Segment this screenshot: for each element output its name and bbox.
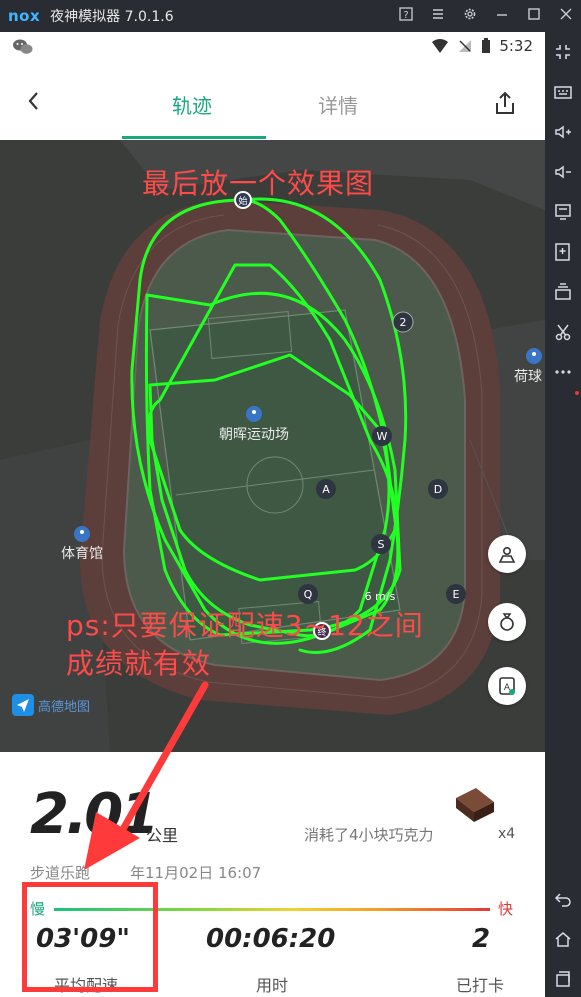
share-button[interactable] xyxy=(494,90,516,116)
venue-right-label: 荷球 xyxy=(514,369,542,385)
emulator-sidebar xyxy=(545,32,581,997)
nox-logo: nox xyxy=(8,7,40,25)
volume-up-icon[interactable] xyxy=(553,122,573,142)
active-tab-indicator xyxy=(122,136,266,139)
checkpoint-w-text: W xyxy=(377,430,388,443)
app-header: 轨迹 详情 xyxy=(0,62,545,140)
annotation-ps-line1: ps:只要保证配速3~12之间 xyxy=(66,609,424,642)
run-info: 步道乐跑 年11月02日 16:07 xyxy=(30,862,261,883)
wechat-icon xyxy=(12,38,34,56)
pace-highlight-box xyxy=(22,882,158,992)
checkins-label: 已打卡 xyxy=(456,976,505,995)
window-controls: ? xyxy=(399,0,573,32)
venue-main-label: 朝晖运动场 xyxy=(219,427,289,443)
more-icon[interactable] xyxy=(553,362,573,382)
no-signal-icon xyxy=(459,40,472,52)
checkpoint-d-text: D xyxy=(434,483,442,496)
chocolate-count: x4 xyxy=(498,826,516,842)
wifi-icon xyxy=(432,38,449,53)
pace-fast-label: 快 xyxy=(498,900,514,918)
checkpoint-a-text: A xyxy=(322,483,330,496)
back-icon[interactable] xyxy=(553,889,573,909)
emulator-title: 夜神模拟器 7.0.1.6 xyxy=(50,9,174,25)
distance-value: 2.01 xyxy=(30,782,159,847)
home-icon[interactable] xyxy=(553,929,573,949)
number-badge: 2 xyxy=(392,311,414,333)
checkins-value: 2 xyxy=(472,924,491,954)
status-time: 5:32 xyxy=(499,37,533,55)
venue-left-label: 体育馆 xyxy=(61,546,103,562)
multi-instance-icon[interactable] xyxy=(553,282,573,302)
tab-track[interactable]: 轨迹 xyxy=(172,90,212,119)
status-icons: 5:32 xyxy=(431,37,533,55)
android-statusbar: 5:32 xyxy=(0,32,545,62)
amap-arrow-icon xyxy=(12,694,34,716)
checkpoint-e-text: E xyxy=(453,588,460,601)
apk-install-icon[interactable] xyxy=(553,242,573,262)
duration-value: 00:06:20 xyxy=(206,924,336,954)
phone-screen: 5:32 轨迹 详情 始 终 A D W S Q E 2 6 m/s 朝晖运动场… xyxy=(0,32,545,997)
tab-detail[interactable]: 详情 xyxy=(318,90,358,119)
chevron-left-icon xyxy=(28,92,38,110)
checkpoint-q: Q xyxy=(298,584,318,604)
menu-icon[interactable] xyxy=(431,7,445,25)
duration-label: 用时 xyxy=(256,976,289,995)
number-badge-text: 2 xyxy=(400,316,407,329)
maximize-icon[interactable] xyxy=(527,7,541,25)
battery-icon xyxy=(482,38,491,53)
keyboard-icon[interactable] xyxy=(553,82,573,102)
back-button[interactable] xyxy=(24,88,44,114)
nox-logo-text: nox xyxy=(8,7,41,25)
volume-down-icon[interactable] xyxy=(553,162,573,182)
svg-text:?: ? xyxy=(403,10,408,21)
checkpoint-q-text: Q xyxy=(304,588,313,601)
speed-label: 6 m/s xyxy=(365,590,396,603)
money-bag-button[interactable] xyxy=(488,603,526,641)
locate-user-button[interactable] xyxy=(488,535,526,573)
exit-fullscreen-icon[interactable] xyxy=(553,42,573,62)
money-bag-icon xyxy=(500,613,514,631)
run-date: 年11月02日 16:07 xyxy=(130,864,262,882)
checkpoint-w: W xyxy=(372,426,392,446)
help-icon[interactable]: ? xyxy=(399,7,413,25)
checkin-card-button[interactable]: A xyxy=(488,667,526,705)
person-location-icon xyxy=(498,547,516,563)
scissors-icon[interactable] xyxy=(553,322,573,342)
checkpoint-s: S xyxy=(371,534,391,554)
run-type: 步道乐跑 xyxy=(30,864,91,882)
screen-icon[interactable] xyxy=(553,202,573,222)
emulator-titlebar: nox 夜神模拟器 7.0.1.6 ? xyxy=(0,0,581,32)
settings-icon[interactable] xyxy=(463,7,477,25)
annotation-ps-line2: 成绩就有效 xyxy=(66,647,212,680)
map-provider-text: 高德地图 xyxy=(38,699,91,715)
card-a-icon: A xyxy=(499,677,515,695)
close-icon[interactable] xyxy=(559,7,573,25)
annotation-top: 最后放一个效果图 xyxy=(142,167,375,200)
checkpoint-s-text: S xyxy=(378,538,385,551)
checkpoint-d: D xyxy=(428,479,448,499)
share-icon xyxy=(496,91,514,114)
map-provider-logo: 高德地图 xyxy=(12,694,90,716)
chocolate-text: 消耗了4小块巧克力 xyxy=(304,826,434,844)
distance-unit: 公里 xyxy=(146,826,179,845)
notification-dot xyxy=(575,391,579,395)
checkpoint-a: A xyxy=(316,479,336,499)
minimize-icon[interactable] xyxy=(495,7,509,25)
checkpoint-e: E xyxy=(446,584,466,604)
recent-apps-icon[interactable] xyxy=(553,969,573,989)
chocolate-icon xyxy=(456,788,494,822)
